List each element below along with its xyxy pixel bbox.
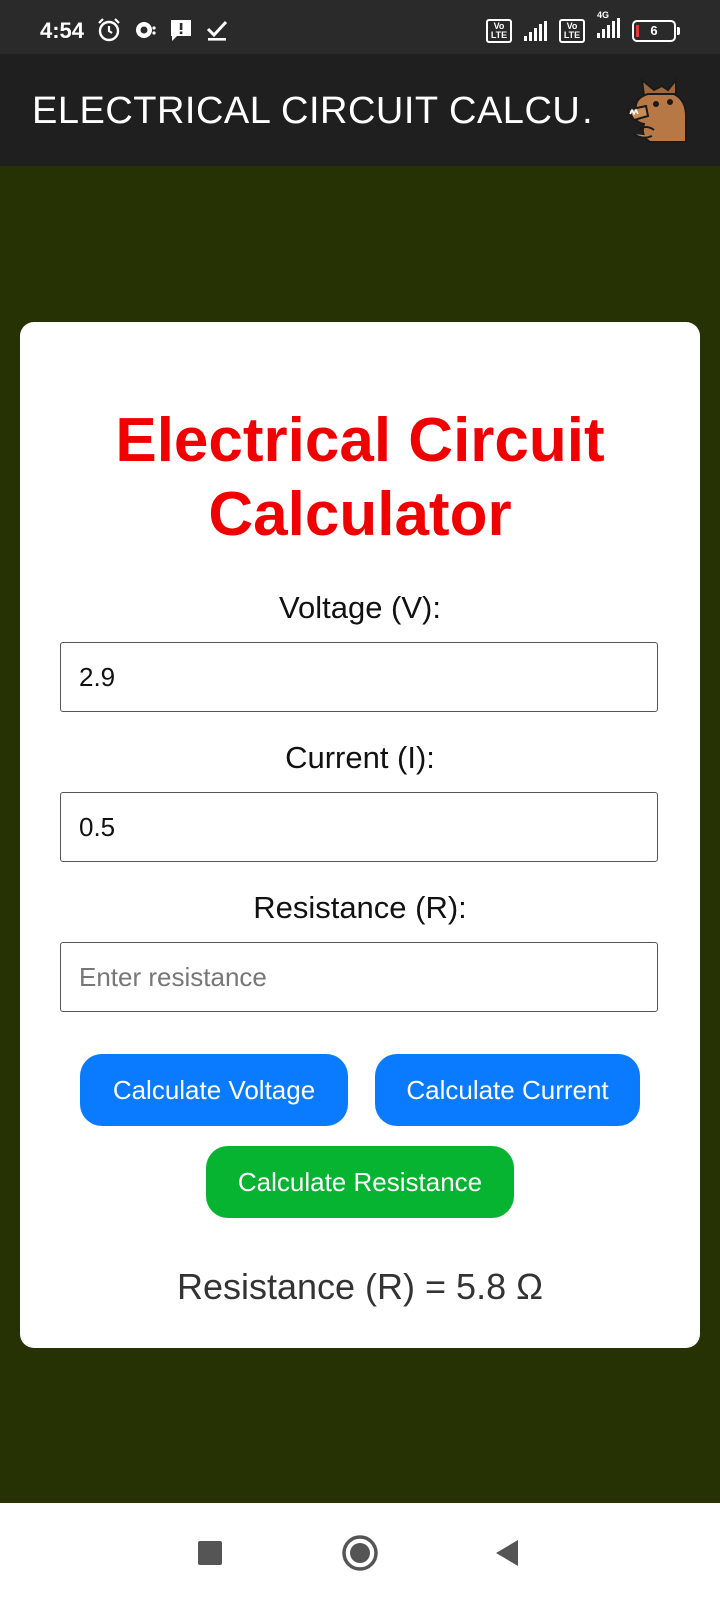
battery-level: 6 <box>650 22 658 38</box>
network-4g-signal: 4G <box>597 10 620 43</box>
checkmark-icon <box>206 20 228 41</box>
calculate-current-button[interactable]: Calculate Current <box>375 1054 640 1126</box>
wolf-mascot-icon[interactable] <box>626 76 696 146</box>
notification-alert-icon <box>171 20 191 41</box>
battery-icon: 6 <box>632 19 680 42</box>
status-bar: 4:54 Vo LTE Vo LTE 4G 6 <box>0 0 720 54</box>
signal-icon <box>597 18 620 38</box>
network-label: 4G <box>597 10 610 20</box>
current-input[interactable] <box>60 792 658 862</box>
result-text: Resistance (R) = 5.8 Ω <box>176 1266 544 1307</box>
signal-icon <box>524 20 547 41</box>
resistance-input[interactable] <box>60 942 658 1012</box>
status-left-icons <box>96 17 230 43</box>
volte-badge-2: Vo LTE <box>559 18 585 43</box>
status-time: 4:54 <box>40 18 85 43</box>
volte-badge-1: Vo LTE <box>486 18 512 43</box>
voltage-input[interactable] <box>60 642 658 712</box>
voltage-label: Voltage (V): <box>279 590 441 625</box>
calculate-voltage-button[interactable]: Calculate Voltage <box>80 1054 348 1126</box>
calculator-title: Electrical Circuit Calculator <box>115 406 605 549</box>
resistance-label: Resistance (R): <box>253 890 467 925</box>
status-right-icons: Vo LTE Vo LTE 4G 6 <box>486 10 680 43</box>
calculator-card: Electrical Circuit Calculator Voltage (V… <box>20 322 700 1348</box>
app-bar: ELECTRICAL CIRCUIT CALCU… <box>0 54 720 166</box>
recent-apps-icon[interactable] <box>190 1533 230 1573</box>
navigation-bar <box>0 1503 720 1600</box>
back-icon[interactable] <box>488 1533 528 1573</box>
current-label: Current (I): <box>285 740 435 775</box>
alarm-icon <box>98 18 120 42</box>
sync-icon <box>136 22 156 38</box>
app-title: ELECTRICAL CIRCUIT CALCU… <box>32 90 592 132</box>
calculate-resistance-button[interactable]: Calculate Resistance <box>206 1146 514 1218</box>
home-icon[interactable] <box>340 1533 380 1573</box>
